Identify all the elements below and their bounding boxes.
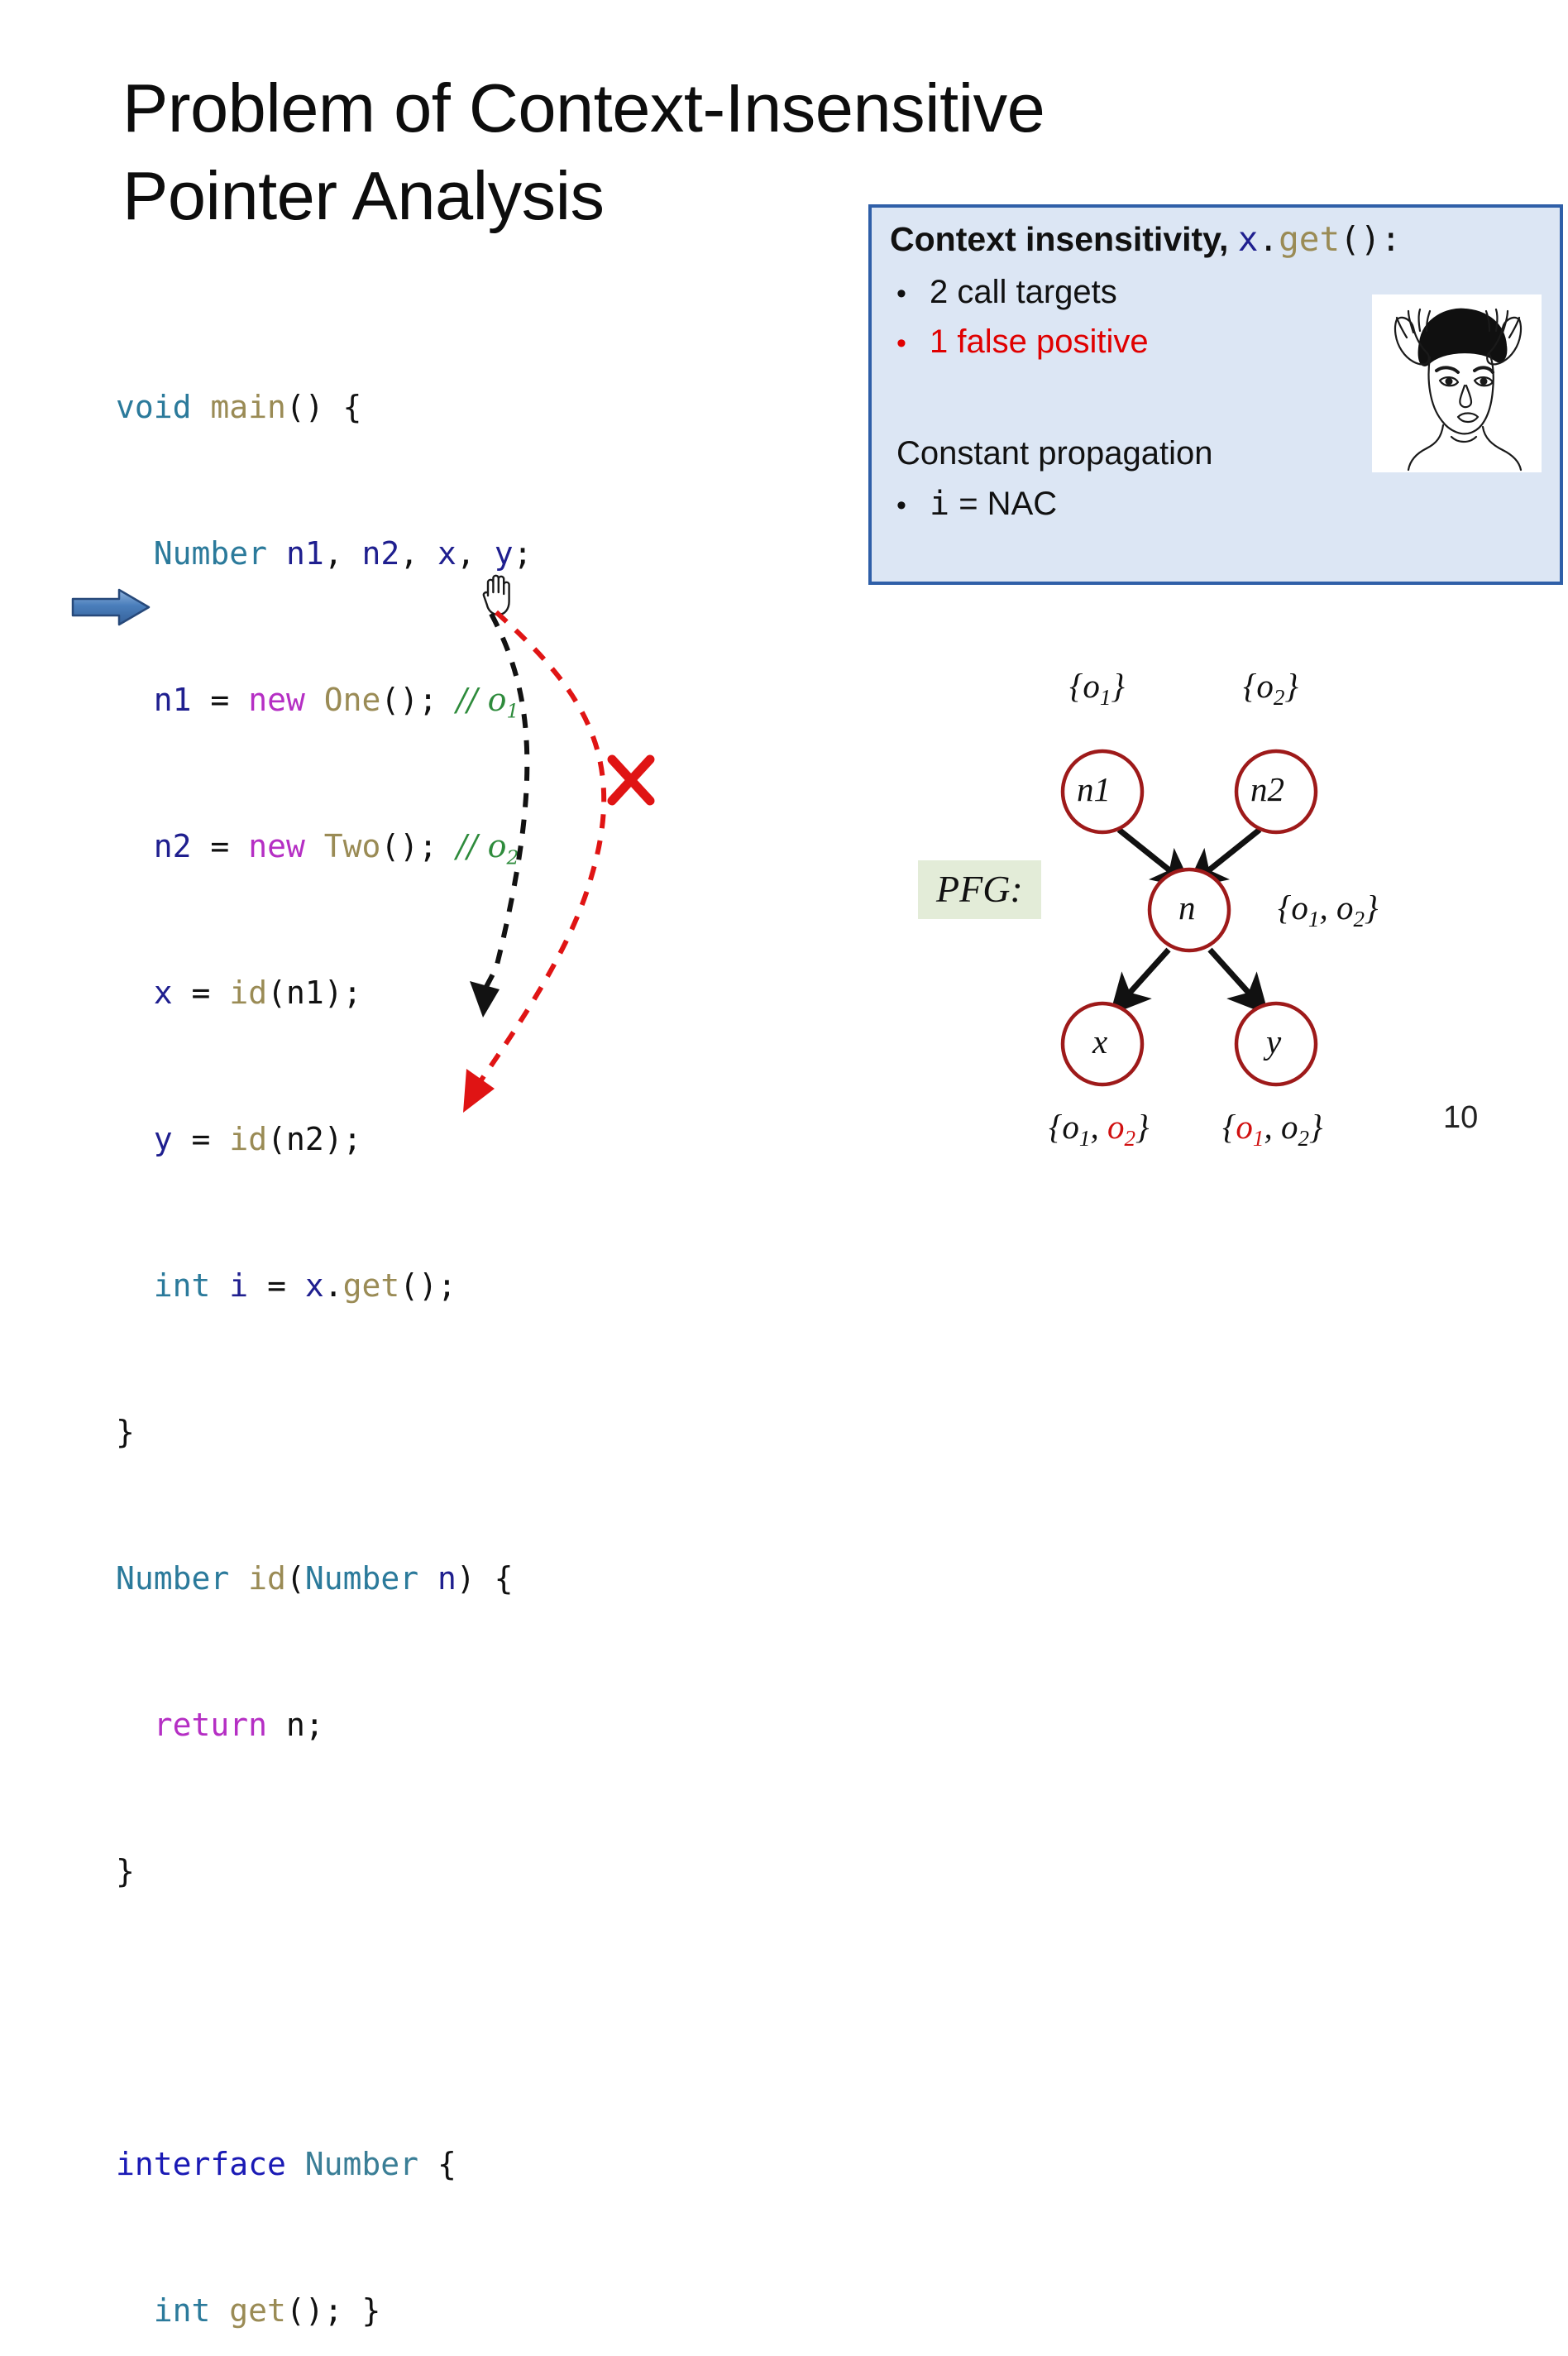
code-line: Number n1, n2, x, y; [153,535,533,572]
infobox-header-dot: . [1258,219,1279,259]
infobox-header-bold: Context insensitivity [890,220,1219,258]
pfg-node-label-y: y [1266,1022,1282,1061]
code-line: void main() { [116,389,362,425]
context-insensitivity-panel: Context insensitivity, x.get(): • 2 call … [868,204,1563,585]
code-line: int get(); } [153,2292,381,2329]
infobox-bullet-false-positive: • 1 false positive [896,323,1149,361]
code-line: n2 = new Two(); // o2 [153,828,519,869]
code-line: Number id(Number n) { [116,1560,514,1597]
hand-cursor-icon [482,574,510,616]
pfg-edge-n2-n [1185,827,1262,889]
pfg-node-label-n2: n2 [1250,770,1284,808]
frustrated-face-meme-image [1372,294,1542,472]
code-line: } [116,1414,135,1450]
code-line: x = id(n1); [153,974,362,1011]
pfg-node-label-n1: n1 [1077,770,1111,808]
infobox-bullet-call-targets: • 2 call targets [896,274,1117,311]
infobox-header-comma: , [1218,220,1238,258]
infobox-bullet-1-label: 2 call targets [930,274,1117,310]
code-line: y = id(n2); [153,1121,362,1157]
pfg-edge-n1-n [1116,827,1193,889]
pfg-pts-n2: {o2} [1243,667,1298,711]
pfg-pts-n: {o1, o2} [1278,888,1379,932]
pfg-edge-n-x [1109,947,1171,1016]
bullet-glyph-2: • [896,490,906,521]
bullet-glyph: • [896,278,906,309]
page-number: 10 [1443,1100,1479,1135]
pfg-pts-n1: {o1} [1069,667,1125,711]
pfg-label: PFG: [918,860,1041,919]
blue-step-arrow-icon [71,588,151,626]
pfg-node-label-n: n [1178,888,1196,927]
infobox-header-var: x [1237,219,1259,259]
slide-root: Problem of Context-Insensitive Pointer A… [0,0,1568,2329]
pfg-edge-n-y [1207,947,1269,1016]
infobox-header: Context insensitivity, x.get(): [890,219,1401,259]
infobox-section-constant-propagation: Constant propagation [896,435,1213,472]
pfg-pts-y: {o1, o2} [1222,1108,1323,1152]
code-line: interface Number { [116,2146,457,2182]
infobox-bullet-2-label: 1 false positive [930,323,1149,360]
code-line: n1 = new One(); // o1 [153,682,519,723]
infobox-bullet-3-rest: = NAC [949,486,1058,522]
bullet-glyph-red: • [896,328,906,359]
code-line-current: int i = x.get(); [153,1267,457,1304]
infobox-bullet-nac: • i = NAC [896,485,1057,523]
pfg-node-label-x: x [1092,1022,1108,1061]
comment-o1: // o1 [456,682,519,723]
pfg-pts-x: {o1, o2} [1049,1108,1150,1152]
infobox-header-method: get [1279,219,1341,259]
code-block: void main() { Number n1, n2, x, y; n1 = … [116,285,740,2356]
infobox-bullet-3-code: i [930,485,950,523]
code-line: } [116,1853,135,1889]
infobox-header-tail: (): [1340,219,1402,259]
comment-o2: // o2 [456,828,519,869]
code-line: return n; [153,1707,324,1743]
